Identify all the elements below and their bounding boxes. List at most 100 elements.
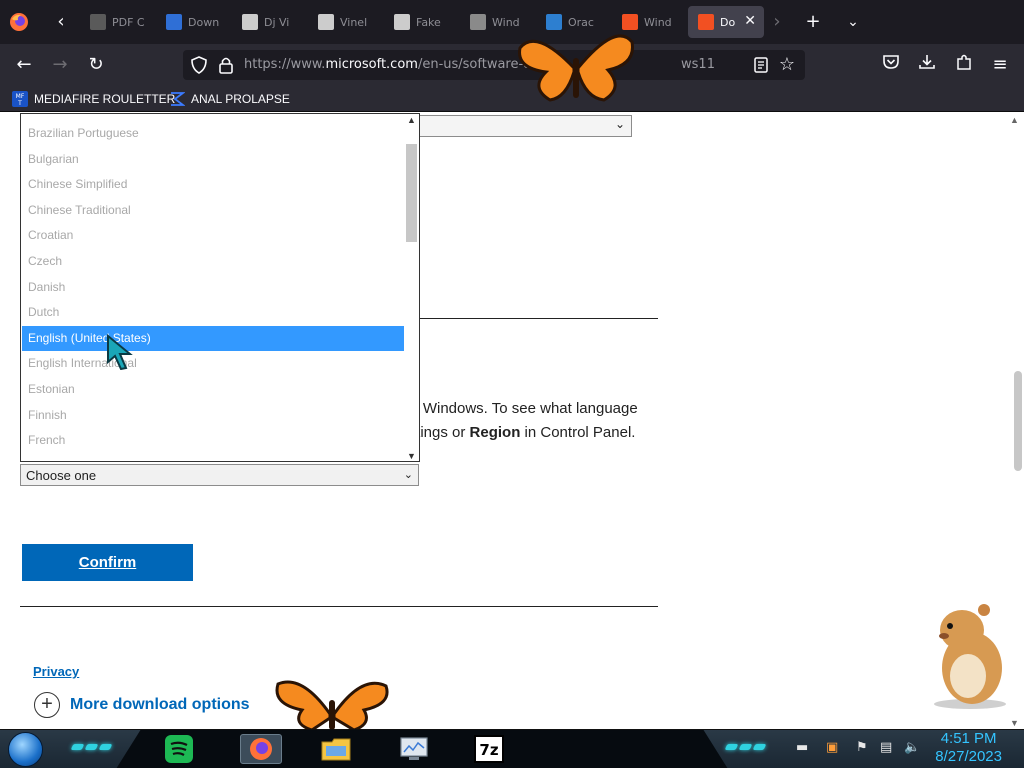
performance-app[interactable] [398,734,430,764]
extensions-icon[interactable] [952,53,976,77]
language-select[interactable]: Choose one ⌄ [20,464,419,486]
more-download-options[interactable]: + More download options [34,692,250,718]
downloads-icon[interactable] [915,53,939,77]
forward-icon[interactable]: → [48,53,72,77]
tab-label: Vinel [340,15,368,29]
taskbar-lights [70,740,116,754]
tab-favicon-icon [166,14,182,30]
shield-icon[interactable] [191,56,207,74]
dropdown-option[interactable]: French [22,428,404,453]
firefox-icon [250,738,272,760]
browser-tab[interactable]: Do ✕ [688,6,764,38]
dropdown-option[interactable]: Brazilian Portuguese [22,121,404,146]
sublime-icon[interactable]: ▣ [826,740,838,755]
language-dropdown-list[interactable]: Brazilian Portuguese Bulgarian Chinese Sim… [20,113,420,462]
firefox-app[interactable] [240,734,282,764]
dropdown-scrollbar[interactable]: ▲ ▼ [404,114,419,461]
firefox-icon[interactable] [9,12,29,32]
volume-icon[interactable]: 🔈 [904,740,920,755]
language-select-value: Choose one [26,468,97,483]
menu-icon[interactable]: ≡ [988,53,1012,77]
reload-icon[interactable]: ↻ [84,53,108,77]
close-tab-icon[interactable]: ✕ [744,13,756,29]
butterfly-icon [275,680,389,730]
taskbar: 7z ▬ ▣ ⚑ ▤ 🔈 4:51 PM 8/27/2023 [0,729,1024,768]
chevron-down-icon: ⌄ [614,117,625,131]
start-button[interactable] [8,732,43,767]
dropdown-option[interactable]: Danish [22,275,404,300]
bookmark-label: MEDIAFIRE ROULETTER [34,92,176,106]
divider [20,606,658,607]
7zip-app[interactable]: 7z [473,734,505,764]
tab-scroll-left-icon[interactable]: ‹ [49,10,73,34]
browser-tab[interactable]: PDF C [80,6,156,38]
tab-label: Down [188,15,220,29]
lock-icon[interactable] [219,56,233,74]
dropdown-option[interactable]: Chinese Simplified [22,172,404,197]
scroll-down-icon[interactable]: ▼ [407,451,416,461]
page-scroll-thumb[interactable] [1014,371,1022,471]
bookmark-sigma[interactable]: ANAL PROLAPSE [169,90,290,108]
nav-toolbar: ← → ↻ https://www.microsoft.com/en-us/so… [0,44,1024,86]
taskbar-lights [724,740,770,754]
list-tabs-icon[interactable]: ⌄ [841,10,865,34]
flag-icon[interactable]: ⚑ [856,740,868,755]
scroll-up-icon[interactable]: ▲ [407,115,416,125]
reader-view-icon[interactable] [753,56,769,74]
tab-favicon-icon [242,14,258,30]
clock-date: 8/27/2023 [935,748,1002,765]
dropdown-scroll-thumb[interactable] [406,144,417,242]
tab-label: Wind [644,15,672,29]
url-host: microsoft.com [325,57,418,72]
url-prefix: https://www. [244,57,326,72]
url-tail: ws11 [681,57,715,72]
more-download-options-label: More download options [70,696,250,713]
clock[interactable]: 4:51 PM 8/27/2023 [935,730,1002,766]
info-line-2-pre: ttings or [412,424,470,441]
dropdown-option[interactable]: Croatian [22,223,404,248]
scroll-up-icon[interactable]: ▲ [1010,115,1019,125]
sigma-icon [171,92,185,106]
dropdown-option[interactable]: Czech [22,249,404,274]
dropdown-option[interactable]: Estonian [22,377,404,402]
bookmark-star-icon[interactable]: ☆ [775,53,799,77]
tab-favicon-icon [394,14,410,30]
folder-icon [321,738,351,761]
monitor-icon [400,737,428,760]
tab-strip: ‹ PDF C Down Dj Vi Vinel Fake Wind Orac Wind Do ✕… [0,0,1024,44]
scroll-down-icon[interactable]: ▼ [1010,718,1019,728]
web-page: ⌄ ll Windows. To see what language tting… [0,113,1024,730]
show-desktop-icon[interactable]: ▬ [796,740,808,755]
page-scrollbar[interactable]: ▲ ▼ [1008,113,1024,730]
spotify-app[interactable] [163,734,195,764]
privacy-link[interactable]: Privacy [33,664,79,679]
dropdown-option[interactable]: English International [22,351,404,376]
tab-favicon-icon [698,14,714,30]
back-icon[interactable]: ← [12,53,36,77]
tab-scroll-right-icon[interactable]: › [765,10,789,34]
chevron-down-icon: ⌄ [403,469,413,481]
tab-favicon-icon [470,14,486,30]
tab-label: Do [720,15,736,29]
svg-text:T: T [17,100,22,107]
browser-tab[interactable]: Fake [384,6,460,38]
browser-tab[interactable]: Dj Vi [232,6,308,38]
file-explorer-app[interactable] [320,734,352,764]
dropdown-option[interactable]: English (United States) [22,325,404,351]
browser-tab[interactable]: Vinel [308,6,384,38]
dropdown-option[interactable]: Chinese Traditional [22,198,404,223]
dropdown-option[interactable]: Dutch [22,300,404,325]
cursor-icon [107,334,133,370]
tab-label: Wind [492,15,520,29]
address-bar[interactable]: https://www.microsoft.com/en-us/software… [183,50,805,80]
network-icon[interactable]: ▤ [880,740,892,755]
browser-tab[interactable]: Down [156,6,232,38]
spotify-icon [165,735,193,763]
dropdown-option[interactable]: Bulgarian [22,147,404,172]
dropdown-option[interactable]: Finnish [22,403,404,428]
url-text[interactable]: https://www.microsoft.com/en-us/software… [244,57,715,72]
new-tab-icon[interactable]: + [801,10,825,34]
confirm-button[interactable]: Confirm [22,544,193,581]
pocket-icon[interactable] [879,53,903,77]
bookmark-mediafire[interactable]: MF T MEDIAFIRE ROULETTER [12,90,175,108]
